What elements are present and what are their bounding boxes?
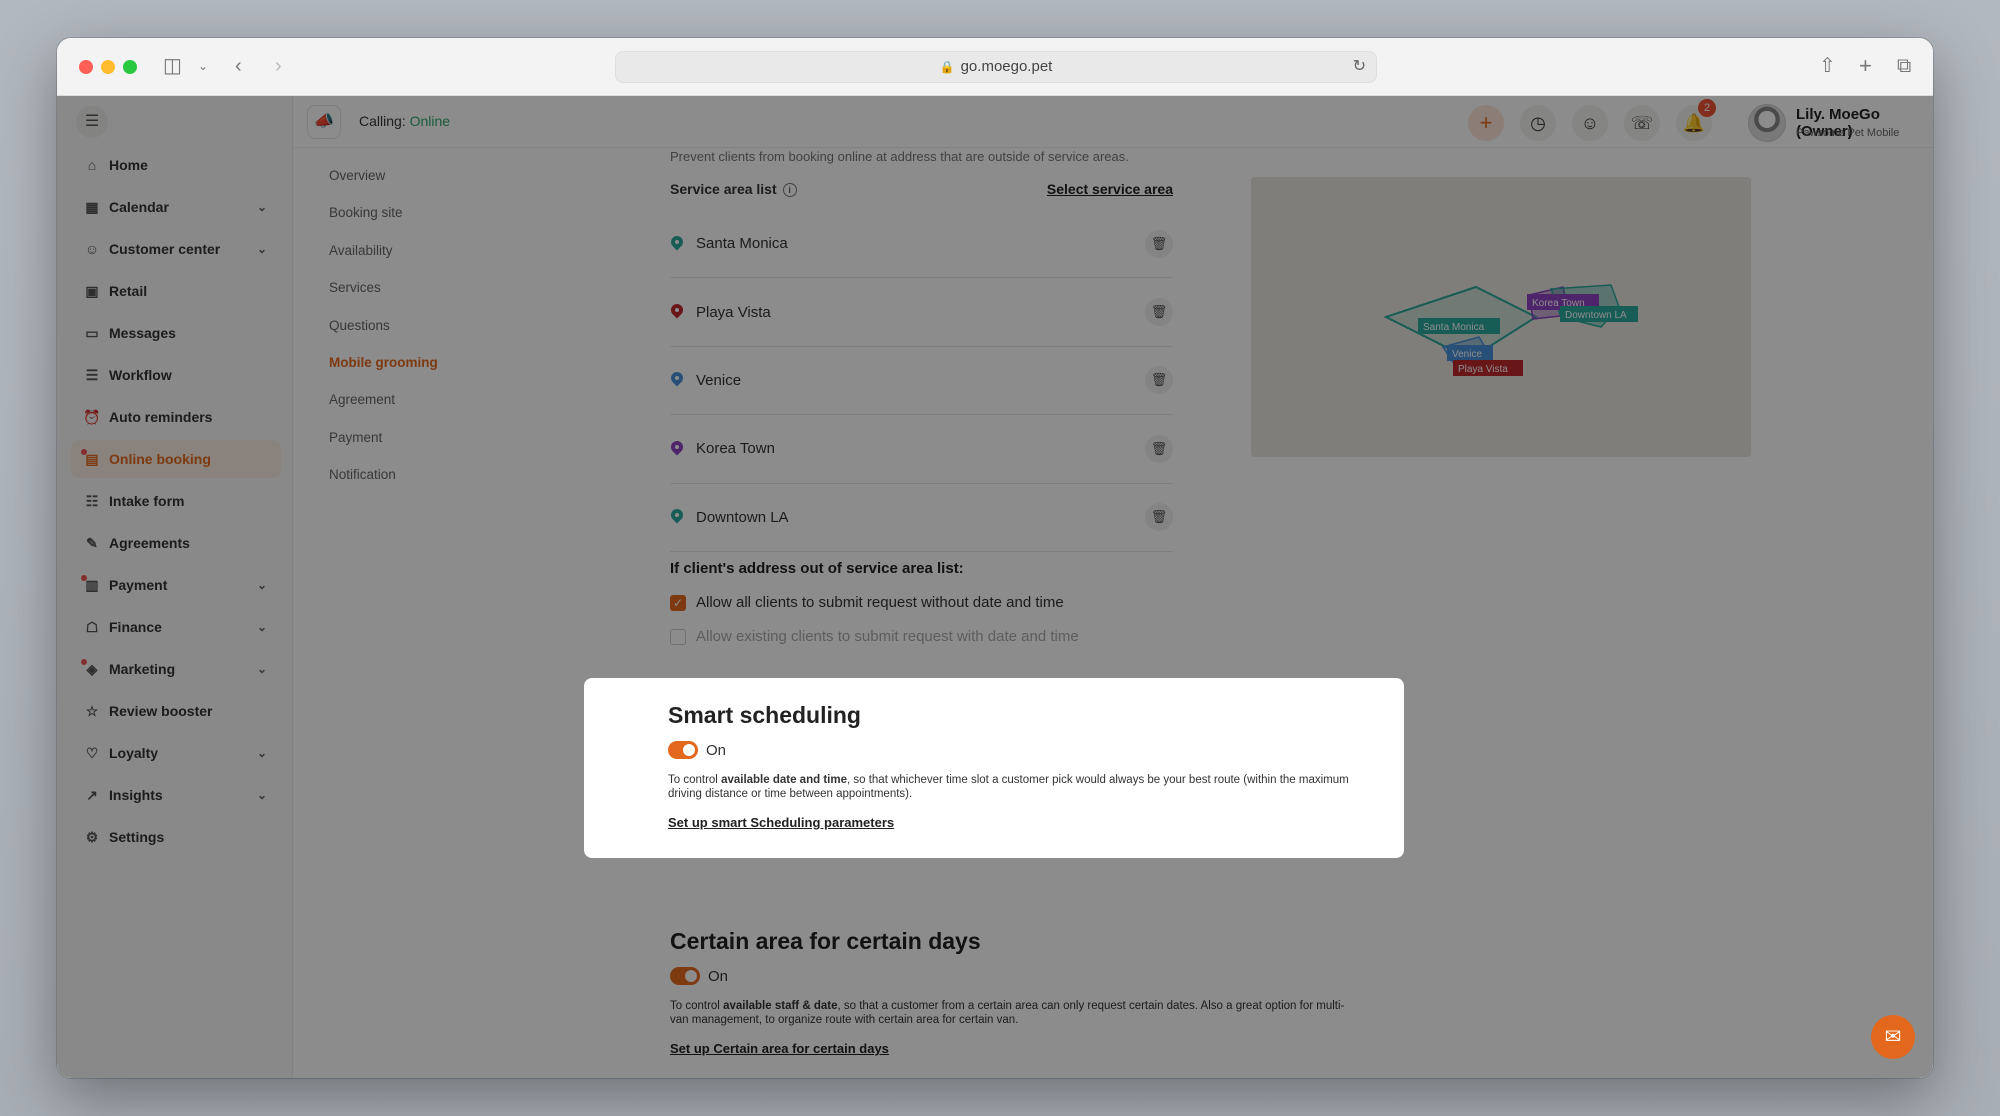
chevron-down-icon[interactable]: ⌄ <box>198 54 208 78</box>
chat-icon[interactable]: ✉ <box>1871 1015 1915 1059</box>
minimize-window-button[interactable] <box>101 60 115 74</box>
address-bar[interactable]: 🔒 go.moego.pet ↻ <box>615 51 1377 83</box>
url-text: go.moego.pet <box>960 58 1053 75</box>
smart-scheduling-toggle[interactable] <box>668 741 698 759</box>
forward-icon[interactable]: › <box>275 54 282 78</box>
browser-window: ◫ ⌄ ‹ › 🔒 go.moego.pet ↻ ⇧ + ⧉ ☰ ⌂ Home ▦ Ca… <box>57 38 1933 1078</box>
setup-smart-scheduling-link[interactable]: Set up smart Scheduling parameters <box>668 815 1320 830</box>
modal-overlay[interactable] <box>57 96 1933 1078</box>
smart-scheduling-toggle-row: On <box>668 741 1320 759</box>
reload-icon[interactable]: ↻ <box>1353 52 1366 82</box>
desc-text: To control <box>668 774 722 786</box>
smart-scheduling-title: Smart scheduling <box>668 702 861 728</box>
new-tab-icon[interactable]: + <box>1859 54 1872 78</box>
desc-bold: available date and time <box>721 774 847 786</box>
lock-icon: 🔒 <box>939 60 955 74</box>
smart-scheduling-modal: Smart scheduling On To control available… <box>584 678 1404 858</box>
back-icon[interactable]: ‹ <box>235 54 242 78</box>
browser-titlebar: ◫ ⌄ ‹ › 🔒 go.moego.pet ↻ ⇧ + ⧉ <box>57 38 1933 96</box>
maximize-window-button[interactable] <box>123 60 137 74</box>
close-window-button[interactable] <box>79 60 93 74</box>
toggle-label: On <box>706 741 727 759</box>
share-icon[interactable]: ⇧ <box>1819 54 1836 78</box>
tabs-overview-icon[interactable]: ⧉ <box>1897 54 1911 78</box>
smart-scheduling-description: To control available date and time, so t… <box>668 773 1358 801</box>
sidebar-toggle-icon[interactable]: ◫ <box>163 54 182 78</box>
